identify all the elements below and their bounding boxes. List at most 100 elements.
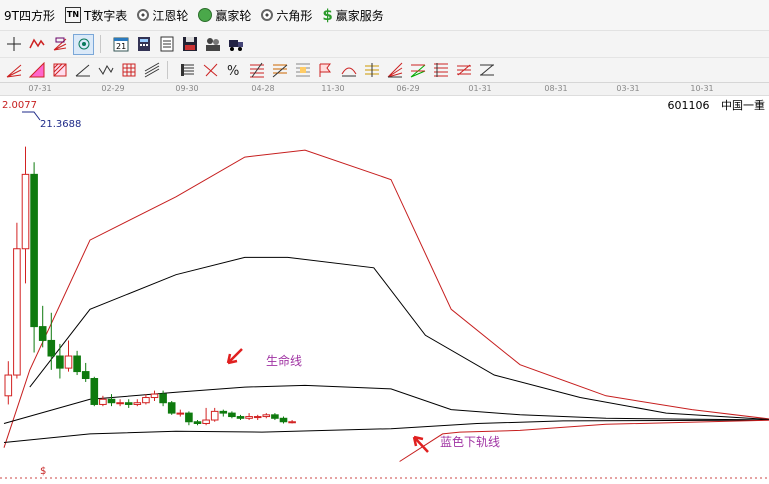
stock-code: 601106 <box>667 99 710 112</box>
candle-up-body <box>116 402 124 405</box>
candle-down-body <box>167 402 176 414</box>
high-price-label: 2.0077 <box>2 100 37 111</box>
peak-price-label: 21.3688 <box>40 119 81 130</box>
candle-up-body <box>64 355 73 369</box>
ring-icon <box>137 9 150 21</box>
menu-item-service[interactable]: $ 赢家服务 <box>318 3 389 27</box>
arc-levels-icon[interactable] <box>339 61 358 80</box>
menu-bar: 9T四方形 TN T数字表 江恩轮 赢家轮 六角形 $ 赢家服务 <box>0 0 769 31</box>
menu-item-label: 9T四方形 <box>4 8 55 23</box>
toolbar-separator <box>100 35 101 53</box>
candle-down-body <box>38 326 47 341</box>
menu-item-label: 六角形 <box>276 8 313 23</box>
candle-down-body <box>30 173 38 328</box>
ring-icon <box>261 9 274 21</box>
menu-item-label: T数字表 <box>83 8 128 23</box>
grid-red-icon[interactable] <box>119 61 138 80</box>
candle-down-body <box>219 410 228 414</box>
notebook-icon[interactable] <box>157 35 176 54</box>
candle-down-body <box>228 412 236 418</box>
fibonacci-icon[interactable] <box>247 61 266 80</box>
fan-lines-icon[interactable] <box>4 61 23 80</box>
hatched-triangle-icon[interactable] <box>27 61 46 80</box>
candle-down-body <box>236 416 245 419</box>
candle-down-body <box>185 412 193 423</box>
tn-badge-icon: TN <box>64 7 81 23</box>
channel-red-icon[interactable] <box>454 61 473 80</box>
fibonacci-fan-icon[interactable] <box>270 61 289 80</box>
bookmark-flag-icon[interactable] <box>316 61 335 80</box>
menu-item-tn[interactable]: TN T数字表 <box>61 3 133 27</box>
cycle-lines-icon[interactable] <box>408 61 427 80</box>
date-tick-label: 01-31 <box>468 84 492 93</box>
candle-up-body <box>176 412 185 415</box>
menu-item-square[interactable]: 9T四方形 <box>0 3 61 27</box>
stock-identity: 601106 中国一重 <box>668 97 766 113</box>
date-tick-label: 07-31 <box>28 84 52 93</box>
candle-up-body <box>13 248 21 376</box>
date-tick-label: 08-31 <box>544 84 568 93</box>
candle-down-body <box>81 371 90 379</box>
truck-icon[interactable] <box>226 35 245 54</box>
fibonacci-levels-icon[interactable] <box>293 61 312 80</box>
svg-text:%: % <box>227 64 239 78</box>
dollar-marker: $ <box>40 466 46 477</box>
speed-lines-icon[interactable] <box>385 61 404 80</box>
channel-box-icon[interactable] <box>477 61 496 80</box>
dollar-icon: $ <box>322 6 333 24</box>
group-users-icon[interactable] <box>203 35 222 54</box>
menu-item-hex[interactable]: 六角形 <box>257 3 318 27</box>
candle-up-body <box>202 419 210 424</box>
candle-up-body <box>21 173 30 250</box>
trend-check-icon[interactable] <box>201 61 220 80</box>
date-tick-label: 04-28 <box>251 84 275 93</box>
peak-pointer-line <box>22 111 41 121</box>
date-tick-label: 02-29 <box>101 84 125 93</box>
candle-up-body <box>210 410 219 421</box>
calculator-icon[interactable] <box>134 35 153 54</box>
lower-band-label: 蓝色下轨线 <box>440 435 500 449</box>
toolbar-analysis-tools: % <box>0 58 769 83</box>
wave-line-icon[interactable] <box>96 61 115 80</box>
candle-up-body <box>150 393 159 399</box>
candle-down-body <box>279 417 288 423</box>
life-line-label: 生命线 <box>266 353 302 368</box>
date-tick-label: 06-29 <box>396 84 420 93</box>
menu-item-label: 赢家轮 <box>215 8 252 23</box>
candle-down-body <box>56 355 64 369</box>
stock-name: 中国一重 <box>721 99 765 112</box>
angle-line-icon[interactable] <box>73 61 92 80</box>
candle-up-body <box>288 421 296 424</box>
green-wheel-icon <box>198 8 213 22</box>
calendar-21-icon[interactable]: 21 <box>111 35 130 54</box>
candle-down-body <box>47 339 56 357</box>
candle-up-body <box>245 416 253 419</box>
candle-down-body <box>193 421 202 424</box>
parallel-lines-icon[interactable] <box>142 61 161 80</box>
hatched-box-icon[interactable] <box>50 61 69 80</box>
date-axis-bar: 07-31 02-29 09-30 04-28 11-30 06-29 01-31 08-31… <box>0 83 769 95</box>
menu-item-yingjia[interactable]: 赢家轮 <box>194 3 257 27</box>
candle-down-body <box>271 414 279 419</box>
date-tick-label: 11-30 <box>321 84 345 93</box>
date-tick-label: 03-31 <box>616 84 640 93</box>
percent-icon[interactable]: % <box>224 61 243 80</box>
cycle-tool-icon[interactable] <box>73 33 94 55</box>
save-disk-icon[interactable] <box>180 35 199 54</box>
candle-down-body <box>159 393 167 404</box>
date-tick-label: 09-30 <box>175 84 199 93</box>
toolbar-separator <box>167 61 168 79</box>
gann-fan-tool-icon[interactable] <box>50 35 69 54</box>
menu-item-jiangen[interactable]: 江恩轮 <box>133 3 194 27</box>
gold-levels-icon[interactable] <box>362 61 381 80</box>
zigzag-line-tool-icon[interactable] <box>27 35 46 54</box>
horizontal-bars-icon[interactable] <box>178 61 197 80</box>
resistance-lines-icon[interactable] <box>431 61 450 80</box>
candle-up-body <box>133 402 142 405</box>
toolbar-drawing-tools: 21 <box>0 31 769 58</box>
candle-up-body <box>4 374 13 397</box>
candle-down-body <box>124 402 133 405</box>
candle-up-body <box>99 398 107 405</box>
price-chart[interactable]: 2.007721.3688 生命线蓝色下轨线 $ <box>0 95 769 484</box>
crosshair-tool-icon[interactable] <box>4 35 23 54</box>
